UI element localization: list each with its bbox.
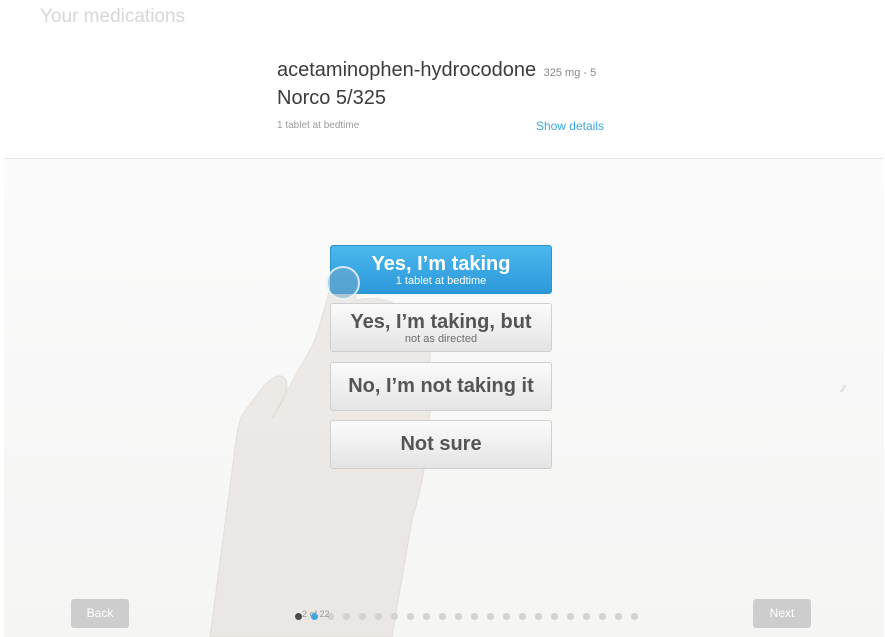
touch-indicator-icon [326, 266, 360, 300]
progress-pager: 2 of 22 [295, 609, 655, 623]
answer-sublabel: not as directed [404, 333, 478, 345]
progress-dot [535, 613, 542, 620]
progress-dot [471, 613, 478, 620]
answer-label: Not sure [400, 433, 482, 455]
progress-label: 2 of 22 [302, 609, 330, 619]
medication-instructions: 1 tablet at bedtime [277, 120, 360, 131]
medication-card: acetaminophen-hydrocodone 325 mg - 5 Nor… [277, 58, 607, 133]
answer-label: No, I’m not taking it [348, 375, 534, 397]
progress-dot [295, 613, 302, 620]
progress-dot [391, 613, 398, 620]
resize-handle-icon: ⁄⁄ [842, 384, 846, 395]
progress-dot [503, 613, 510, 620]
answer-not-taking[interactable]: No, I’m not taking it [330, 362, 552, 411]
page-heading: Your medications [40, 6, 186, 27]
progress-dot [407, 613, 414, 620]
progress-dot [375, 613, 382, 620]
back-button[interactable]: Back [71, 599, 129, 628]
medication-dose: 325 mg - 5 [543, 67, 597, 79]
show-details-link[interactable]: Show details [536, 119, 604, 133]
answer-label: Yes, I’m taking, but [350, 311, 532, 333]
progress-dot [359, 613, 366, 620]
progress-dot [631, 613, 638, 620]
progress-dot [599, 613, 606, 620]
progress-dot [583, 613, 590, 620]
progress-dot [487, 613, 494, 620]
progress-dot [423, 613, 430, 620]
answer-yes-but[interactable]: Yes, I’m taking, but not as directed [330, 303, 552, 352]
progress-dot [551, 613, 558, 620]
answer-yes-taking[interactable]: Yes, I’m taking 1 tablet at bedtime [330, 245, 552, 294]
medication-brand: Norco 5/325 [277, 87, 386, 109]
next-button[interactable]: Next [753, 599, 811, 628]
progress-dot [519, 613, 526, 620]
answer-not-sure[interactable]: Not sure [330, 420, 552, 469]
progress-dot [343, 613, 350, 620]
progress-dot [615, 613, 622, 620]
answer-label: Yes, I’m taking [371, 253, 511, 275]
progress-dot [567, 613, 574, 620]
medication-name: acetaminophen-hydrocodone [277, 59, 537, 81]
progress-dot [439, 613, 446, 620]
progress-dot [455, 613, 462, 620]
answer-sublabel: 1 tablet at bedtime [395, 275, 487, 287]
